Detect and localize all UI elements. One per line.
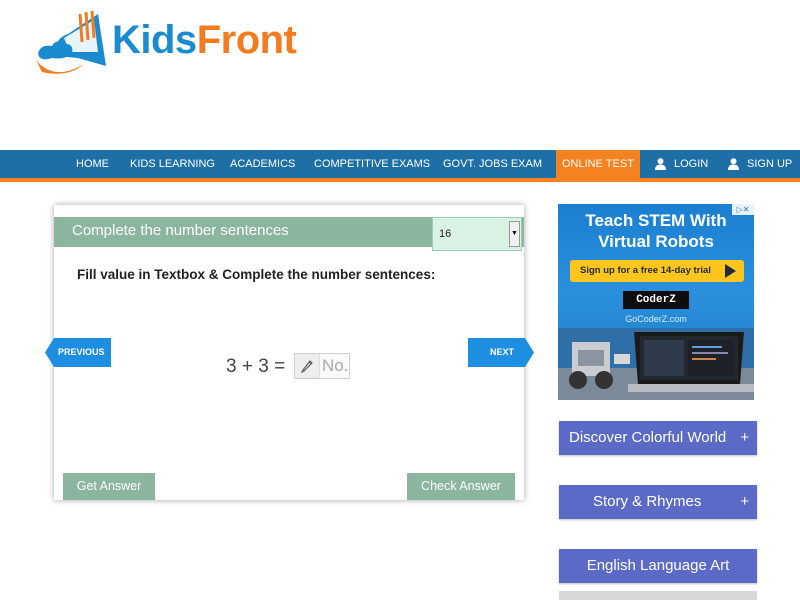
quiz-header: Complete the number sentences 16 ▼ — [54, 217, 524, 251]
kidsfront-logo[interactable]: KidsFront — [34, 8, 324, 82]
user-icon — [728, 158, 739, 171]
ad-cta-button[interactable]: Sign up for a free 14-day trial — [570, 260, 744, 282]
signup-label: SIGN UP — [747, 158, 793, 170]
ad-headline-line2: Virtual Robots — [598, 232, 714, 251]
plus-icon: + — [740, 429, 749, 446]
pencil-icon — [295, 354, 320, 378]
advertisement-banner[interactable]: ▷✕ Teach STEM With Virtual Robots Sign u… — [558, 204, 754, 400]
get-answer-button[interactable]: Get Answer — [63, 473, 155, 500]
sidebar-next-item-edge — [559, 591, 757, 600]
sidebar-item-label: Story & Rhymes — [593, 493, 702, 510]
quiz-panel: Complete the number sentences 16 ▼ Fill … — [54, 205, 524, 500]
plus-icon: + — [740, 493, 749, 510]
sidebar-item-english-language-art[interactable]: English Language Art — [559, 549, 757, 583]
main-navigation: HOME KIDS LEARNING ACADEMICS COMPETITIVE… — [0, 150, 800, 182]
sidebar-item-discover-colorful-world[interactable]: Discover Colorful World + — [559, 421, 757, 455]
play-icon — [725, 264, 736, 278]
sidebar-item-label: Discover Colorful World — [569, 429, 727, 446]
ad-headline: Teach STEM With Virtual Robots — [558, 210, 754, 252]
next-button[interactable]: NEXT — [468, 338, 534, 367]
previous-button[interactable]: PREVIOUS — [45, 338, 111, 367]
ad-cta-label: Sign up for a free 14-day trial — [580, 265, 711, 276]
dropdown-arrow-icon: ▼ — [509, 221, 520, 247]
login-label: LOGIN — [674, 158, 709, 170]
nav-govt-jobs-exam[interactable]: GOVT. JOBS EXAM — [443, 150, 542, 178]
check-answer-button[interactable]: Check Answer — [407, 473, 515, 500]
nav-online-test[interactable]: ONLINE TEST — [556, 150, 640, 178]
nav-kids-learning[interactable]: KIDS LEARNING — [130, 150, 215, 178]
ad-robot-laptop-image — [558, 328, 754, 400]
answer-field[interactable] — [294, 353, 350, 379]
equation-text: 3 + 3 = — [226, 356, 286, 377]
level-select-value: 16 — [439, 228, 452, 240]
logo-text-kids: Kids — [112, 18, 197, 62]
quiz-title: Complete the number sentences — [72, 222, 289, 239]
megaphone-logo-icon — [36, 10, 106, 74]
answer-input[interactable] — [320, 354, 350, 378]
nav-academics[interactable]: ACADEMICS — [230, 150, 295, 178]
nav-home[interactable]: HOME — [76, 150, 109, 178]
logo-text-front: Front — [196, 18, 297, 62]
nav-signup[interactable]: SIGN UP — [728, 150, 792, 178]
ad-brand-logo: CoderZ — [623, 291, 689, 309]
user-icon — [655, 158, 666, 171]
sidebar-item-story-rhymes[interactable]: Story & Rhymes + — [559, 485, 757, 519]
sidebar-item-label: English Language Art — [586, 557, 730, 574]
quiz-instruction: Fill value in Textbox & Complete the num… — [77, 267, 436, 282]
ad-url: GoCoderZ.com — [625, 314, 687, 324]
nav-login[interactable]: LOGIN — [655, 150, 708, 178]
ad-headline-line1: Teach STEM With — [585, 211, 727, 230]
level-select[interactable]: 16 ▼ — [432, 217, 522, 251]
nav-competitive-exams[interactable]: COMPETITIVE EXAMS — [314, 150, 430, 178]
logo-wordmark: KidsFront — [112, 18, 297, 63]
